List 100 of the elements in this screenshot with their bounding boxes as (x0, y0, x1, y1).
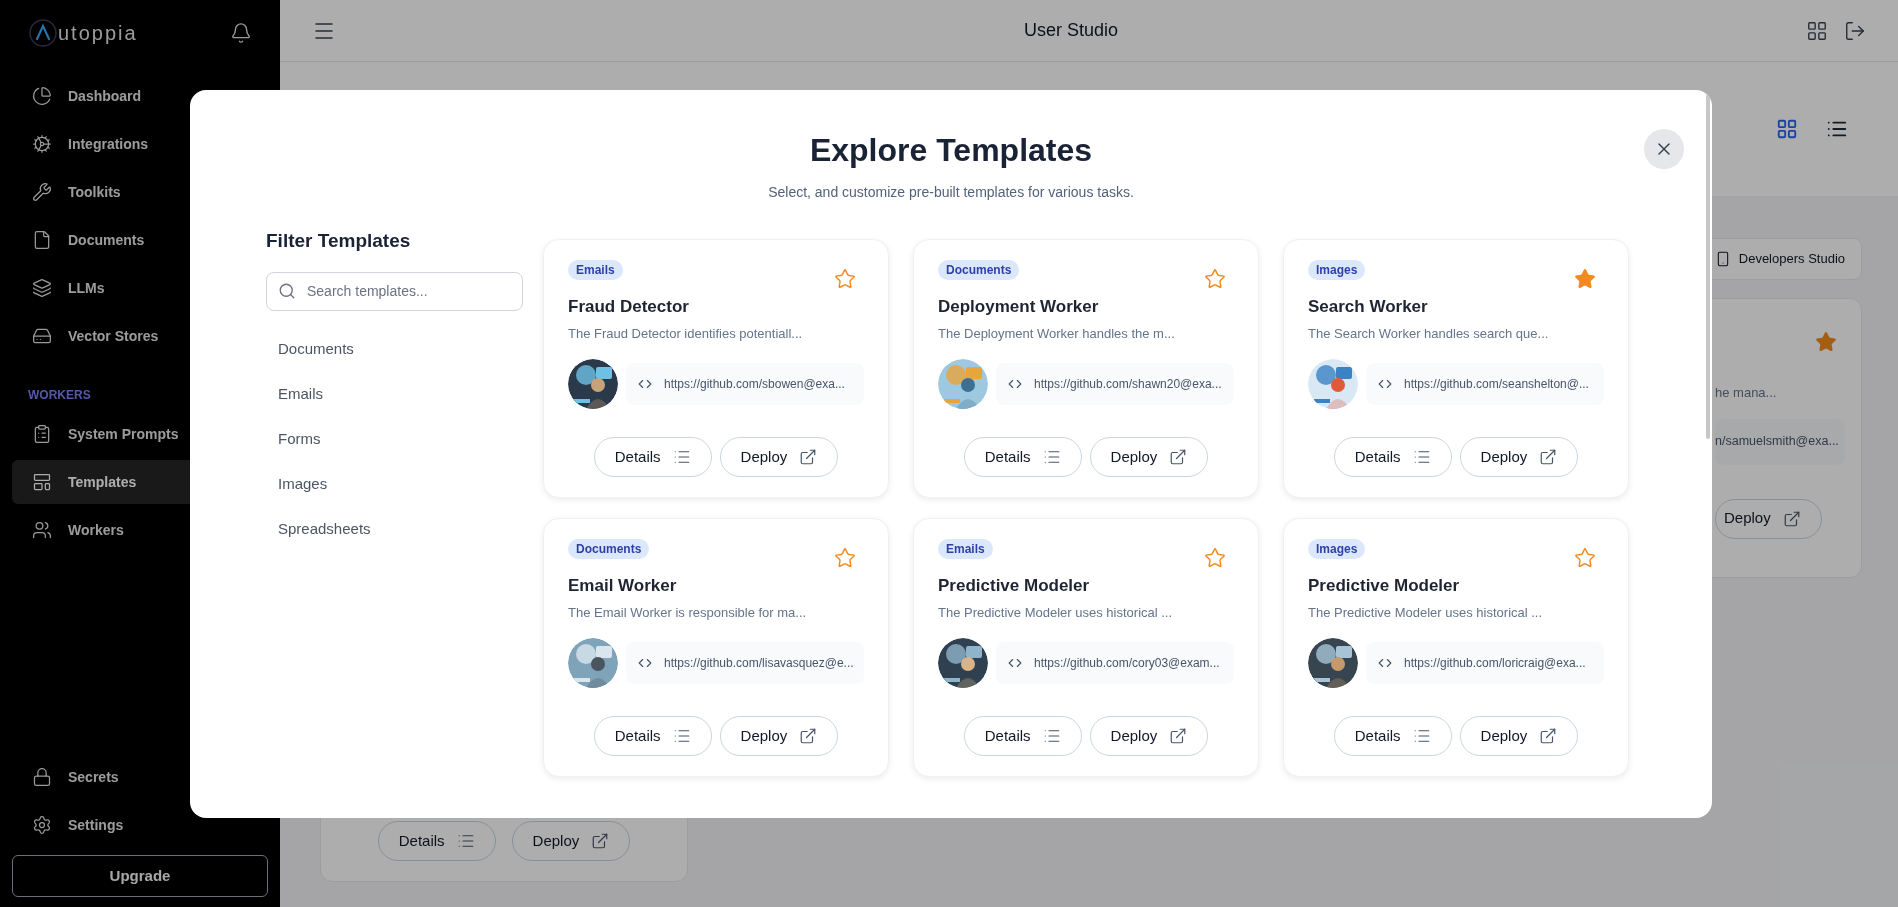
category-tag: Documents (938, 260, 1020, 280)
lock-icon (32, 767, 52, 787)
sidebar-item[interactable]: Vector Stores (12, 314, 268, 358)
list-icon (672, 727, 691, 745)
category-tag: Documents (568, 539, 650, 559)
repository-url: https://github.com/shawn20@exa... (1034, 376, 1222, 393)
pie-chart-icon (32, 86, 52, 106)
bell-icon[interactable] (230, 22, 252, 44)
details-button[interactable]: Details (377, 821, 496, 861)
star-icon[interactable] (834, 547, 856, 569)
wrench-icon (32, 182, 52, 202)
deploy-button[interactable]: Deploy (1459, 437, 1579, 477)
deploy-button[interactable]: Deploy (719, 437, 839, 477)
deploy-button[interactable]: Deploy (1089, 716, 1209, 756)
category-tag: Images (1308, 260, 1366, 280)
external-link-icon (799, 448, 818, 466)
template-description: he mana... (1715, 384, 1778, 402)
list-icon (672, 448, 691, 466)
category-filter[interactable]: Documents (266, 326, 523, 372)
code-icon (638, 656, 652, 670)
sidebar-item[interactable]: System Prompts (12, 412, 268, 456)
sidebar-item[interactable]: Dashboard (12, 74, 268, 118)
list-icon (1412, 448, 1431, 466)
template-title: Predictive Modeler (938, 575, 1091, 597)
star-icon[interactable] (1574, 268, 1596, 290)
repository-url: https://github.com/cory03@exam... (1034, 655, 1220, 672)
deploy-button[interactable]: Deploy (1715, 498, 1822, 539)
repository-url: https://github.com/lisavasquez@e... (664, 655, 854, 672)
code-icon (1008, 377, 1022, 391)
sidebar-item[interactable]: Secrets (12, 755, 268, 799)
template-title: Deployment Worker (938, 296, 1100, 318)
sidebar-item[interactable]: Integrations (12, 122, 268, 166)
dialog-subtitle: Select, and customize pre-built templates for various tasks. (767, 183, 1135, 202)
details-button[interactable]: Details (1333, 437, 1452, 477)
code-icon (1378, 377, 1392, 391)
sidebar-item[interactable]: Documents (12, 218, 268, 262)
filter-heading: Filter Templates (266, 229, 412, 253)
code-icon (1008, 656, 1022, 670)
search-field[interactable]: Search templates... (266, 271, 523, 311)
settings-icon (32, 815, 52, 835)
page-title: User Studio (1022, 19, 1119, 42)
list-icon (1042, 727, 1061, 745)
grid-view-icon[interactable] (1776, 118, 1798, 140)
details-button[interactable]: Details (963, 437, 1082, 477)
category-filter[interactable]: Forms (266, 416, 523, 462)
close-button[interactable] (1644, 129, 1684, 169)
external-link-icon (1539, 727, 1558, 745)
external-link-icon (1169, 727, 1188, 745)
star-icon[interactable] (1204, 547, 1226, 569)
upgrade-button[interactable]: Upgrade (12, 855, 268, 897)
star-icon[interactable] (1574, 547, 1596, 569)
code-icon (638, 377, 652, 391)
category-filter[interactable]: Images (266, 461, 523, 507)
logout-icon[interactable] (1844, 19, 1866, 42)
users-icon (32, 520, 52, 540)
star-icon[interactable] (1815, 331, 1837, 353)
sidebar-item[interactable]: Toolkits (12, 170, 268, 214)
category-tag: Emails (938, 539, 993, 559)
category-filter[interactable]: Emails (266, 371, 523, 417)
list-icon (1042, 448, 1061, 466)
layers-icon (32, 278, 52, 298)
template-description: The Fraud Detector identifies potentiall... (568, 324, 804, 343)
star-icon[interactable] (834, 268, 856, 290)
drive-icon (32, 326, 52, 346)
list-icon (456, 832, 475, 850)
deploy-button[interactable]: Deploy (719, 716, 839, 756)
details-button[interactable]: Details (593, 716, 712, 756)
category-tag: Images (1308, 539, 1366, 559)
category-filter[interactable]: Spreadsheets (266, 506, 523, 552)
details-button[interactable]: Details (593, 437, 712, 477)
template-title: Fraud Detector (568, 296, 690, 318)
details-button[interactable]: Details (963, 716, 1082, 756)
external-link-icon (1782, 509, 1801, 528)
template-description: The Email Worker is responsible for ma... (568, 603, 808, 622)
repository-url: https://github.com/sbowen@exa... (664, 376, 845, 393)
external-link-icon (799, 727, 818, 745)
sidebar-item[interactable]: LLMs (12, 266, 268, 310)
file-icon (32, 230, 52, 250)
code-icon (1378, 656, 1392, 670)
star-icon[interactable] (1204, 268, 1226, 290)
sidebar-item[interactable]: Settings (12, 803, 268, 847)
deploy-button[interactable]: Deploy (1089, 437, 1209, 477)
template-title: Email Worker (568, 575, 678, 597)
template-title: Predictive Modeler (1308, 575, 1461, 597)
template-description: The Search Worker handles search que... (1308, 324, 1550, 343)
list-icon (1412, 727, 1431, 745)
external-link-icon (1539, 448, 1558, 466)
category-tag: Emails (568, 260, 623, 280)
template-description: The Predictive Modeler uses historical ... (938, 603, 1174, 622)
details-button[interactable]: Details (1333, 716, 1452, 756)
repository-url: https://github.com/loricraig@exa... (1404, 655, 1586, 672)
external-link-icon (1169, 448, 1188, 466)
deploy-button[interactable]: Deploy (511, 821, 631, 861)
deploy-button[interactable]: Deploy (1459, 716, 1579, 756)
section-label: WORKERS (27, 387, 92, 404)
layout-icon (32, 472, 52, 492)
gear-icon (32, 134, 52, 154)
brand-name: utoppia (58, 21, 138, 46)
external-link-icon (591, 832, 610, 850)
sidebar-item[interactable]: Workers (12, 508, 268, 552)
